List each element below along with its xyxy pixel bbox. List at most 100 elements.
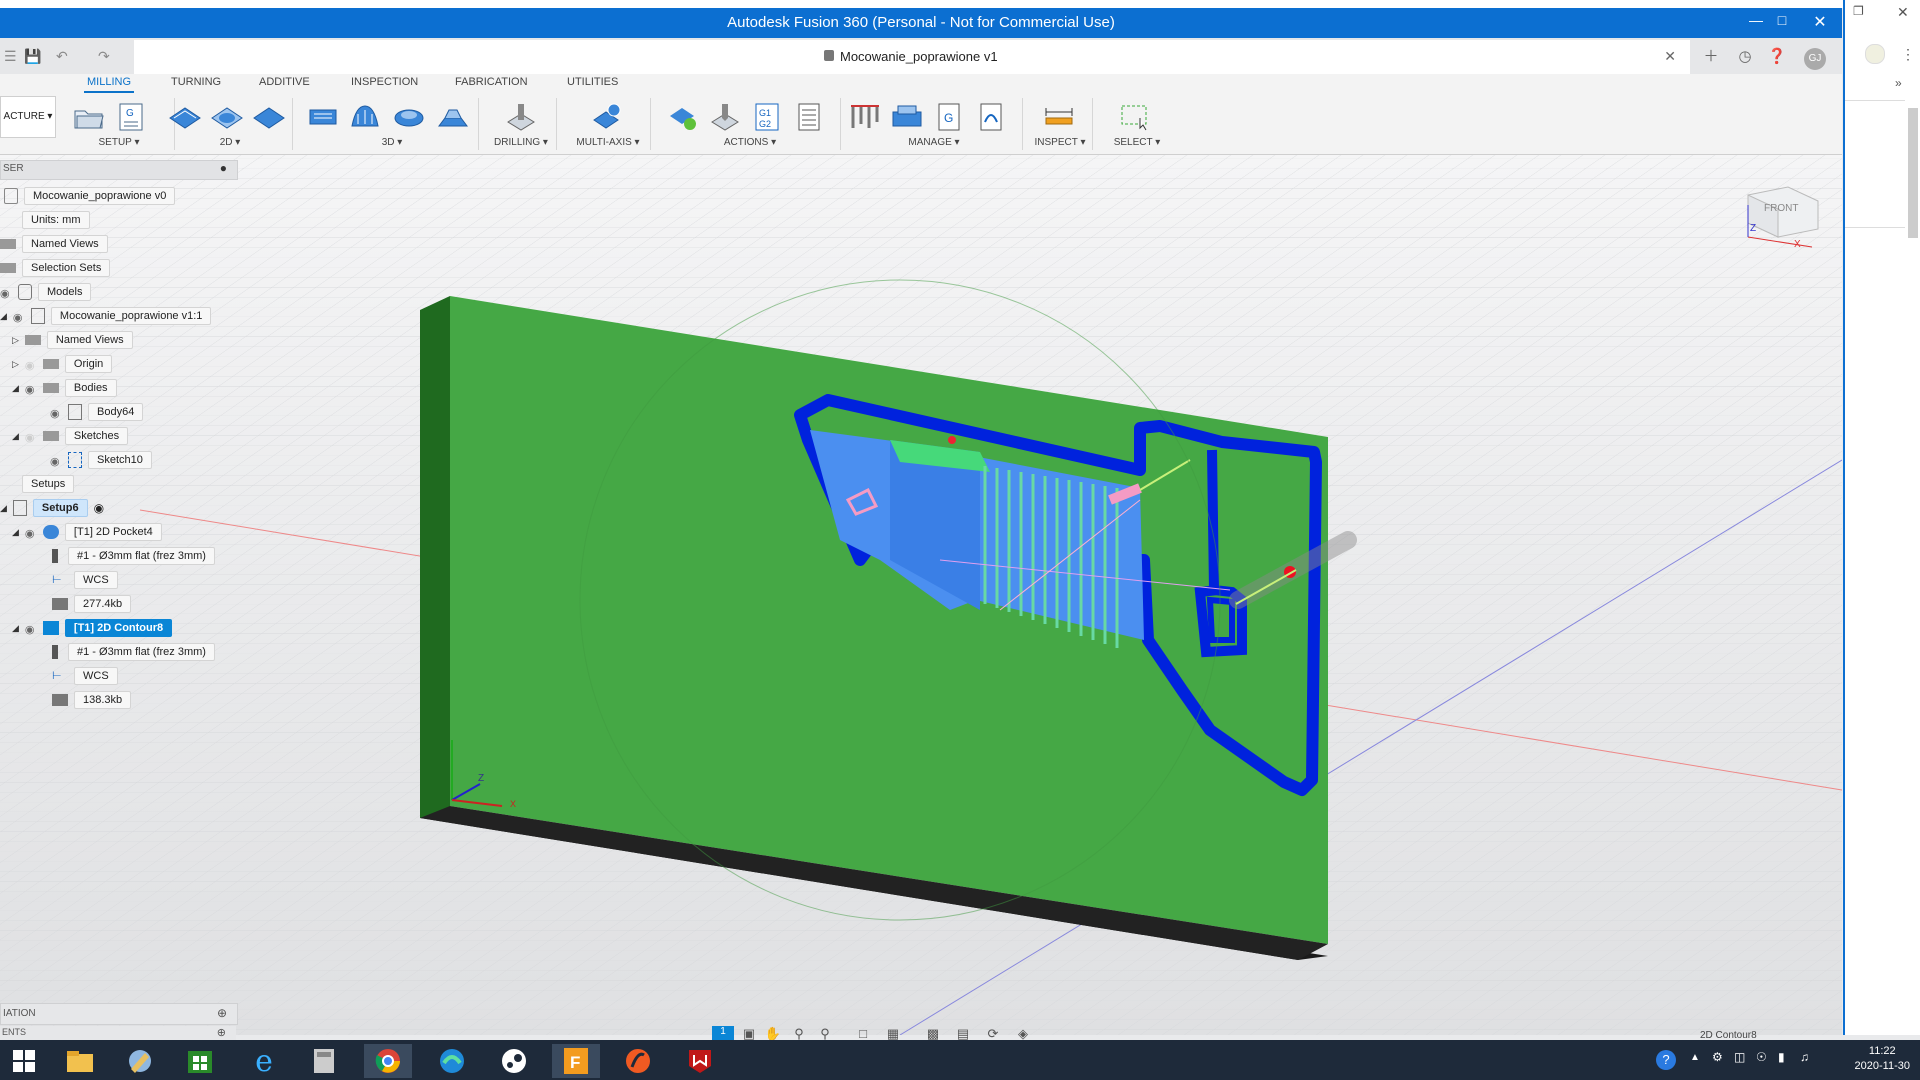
tree-root[interactable]: Mocowanie_poprawione v0 [4,185,176,207]
tab-milling[interactable]: MILLING [84,76,135,93]
visibility-eye-icon[interactable]: ◉ [25,431,39,444]
tab-turning[interactable]: TURNING [168,76,224,88]
face-icon[interactable] [252,102,286,132]
inspect-group-label[interactable]: INSPECT ▾ [1028,137,1092,148]
mcafee-tray-icon[interactable]: ◫ [1734,1050,1745,1064]
internet-explorer-icon[interactable]: e [240,1044,288,1079]
tree-op-pocket-tool[interactable]: #1 - Ø3mm flat (frez 3mm) [52,545,215,567]
help-tray-icon[interactable]: ? [1656,1050,1676,1070]
save-icon[interactable]: 💾 [24,48,41,65]
menu-icon[interactable]: ☰ [4,48,17,65]
expand-icon[interactable]: ▷ [12,359,19,370]
multi-axis-group-label[interactable]: MULTI-AXIS ▾ [566,137,650,148]
tree-model-named-views[interactable]: ▷ Named Views [12,329,133,351]
setup-group-label[interactable]: SETUP ▾ [64,137,174,148]
visibility-eye-icon[interactable]: ◉ [0,287,14,300]
browser-collapse-icon[interactable]: ● [220,161,227,175]
network-tray-icon[interactable]: ☉ [1756,1050,1767,1064]
mcafee-icon[interactable] [676,1044,724,1078]
bg-close-icon[interactable]: ✕ [1897,4,1909,21]
volume-tray-icon[interactable]: ♫ [1800,1050,1809,1064]
viewport-canvas[interactable]: FRONT Z X Z X [0,155,1842,1035]
start-button[interactable] [0,1044,48,1078]
close-tab-icon[interactable]: ✕ [1664,48,1676,65]
viewcube-front-label[interactable]: FRONT [1764,203,1798,214]
tab-utilities[interactable]: UTILITIES [564,76,621,88]
expand-icon[interactable]: ◢ [0,311,7,322]
tree-selection-sets[interactable]: Selection Sets [0,257,111,279]
tree-setup[interactable]: ◢ Setup6 ◉ [0,497,104,519]
visibility-eye-icon[interactable]: ◉ [25,527,39,540]
calculator-icon[interactable] [300,1044,348,1078]
system-clock[interactable]: 11:22 2020-11-30 [1855,1044,1910,1074]
tree-origin[interactable]: ▷ ◉ Origin [12,353,113,375]
tree-op-pocket-wcs[interactable]: ⊢ WCS [52,569,118,591]
visibility-eye-icon[interactable]: ◉ [13,311,27,324]
tree-op-contour-wcs[interactable]: ⊢ WCS [52,665,118,687]
tree-op-contour[interactable]: ◢ ◉ [T1] 2D Contour8 [12,617,173,639]
select-window-icon[interactable] [1118,102,1152,132]
avatar[interactable]: GJ [1804,48,1826,70]
paint-app-icon[interactable] [116,1044,164,1078]
actions-group-label[interactable]: ACTIONS ▾ [660,137,840,148]
measure-icon[interactable] [1042,102,1076,132]
setup-folder-icon[interactable] [72,102,106,132]
expand-icon[interactable]: ◢ [0,503,7,514]
visibility-eye-icon[interactable]: ◉ [25,623,39,636]
manage-group-label[interactable]: MANAGE ▾ [846,137,1022,148]
document-tab[interactable]: Mocowanie_poprawione v1 ✕ [134,40,1690,74]
minimize-icon[interactable]: — [1744,12,1768,28]
nc-program-icon[interactable]: G [114,102,148,132]
tree-op-pocket[interactable]: ◢ ◉ [T1] 2D Pocket4 [12,521,162,543]
redo-icon[interactable]: ↷ [98,48,110,65]
expand-icon[interactable]: ◢ [12,527,19,538]
steam-icon[interactable] [490,1044,538,1078]
undo-icon[interactable]: ↶ [56,48,68,65]
extension-icon[interactable] [1865,44,1885,64]
parallel-icon[interactable] [392,102,426,132]
visibility-eye-icon[interactable]: ◉ [50,407,64,420]
job-status-icon[interactable]: ◷ [1732,46,1758,68]
machine-library-icon[interactable] [890,102,924,132]
close-icon[interactable]: ✕ [1808,12,1832,32]
slicer-app-icon[interactable] [614,1044,662,1078]
store-app-icon[interactable] [176,1044,224,1078]
simulation-expand-icon[interactable]: ⊕ [217,1006,227,1020]
battery-tray-icon[interactable]: ▮ [1778,1050,1785,1064]
2d-group-label[interactable]: 2D ▾ [168,137,292,148]
maximize-icon[interactable]: □ [1770,12,1794,28]
edge-icon[interactable] [428,1044,476,1078]
tree-op-contour-size[interactable]: 138.3kb [52,689,132,711]
simulation-panel-header[interactable]: IATION ⊕ [0,1003,238,1025]
3d-pocket-icon[interactable] [348,102,382,132]
2d-adaptive-icon[interactable] [168,102,202,132]
visibility-eye-icon[interactable]: ◉ [25,383,39,396]
tree-body[interactable]: ◉ Body64 [50,401,144,423]
new-tab-icon[interactable]: ＋ [1698,46,1724,68]
workspace-switcher[interactable]: ACTURE ▾ [0,96,56,138]
tab-additive[interactable]: ADDITIVE [256,76,313,88]
tab-fabrication[interactable]: FABRICATION [452,76,531,88]
tree-bodies[interactable]: ◢ ◉ Bodies [12,377,117,399]
setup-sheet-icon[interactable] [792,102,826,132]
expand-icon[interactable]: ◢ [12,623,19,634]
tree-op-contour-tool[interactable]: #1 - Ø3mm flat (frez 3mm) [52,641,215,663]
restore-icon[interactable]: ❐ [1853,4,1864,18]
2d-pocket-icon[interactable] [210,102,244,132]
visibility-eye-icon[interactable]: ◉ [50,455,64,468]
security-tray-icon[interactable]: ⚙ [1712,1050,1723,1064]
tool-library-icon[interactable] [848,102,882,132]
tree-units[interactable]: Units: mm [0,209,90,231]
active-setup-icon[interactable]: ◉ [94,501,104,515]
tray-expand-icon[interactable]: ▲ [1690,1052,1700,1063]
3d-group-label[interactable]: 3D ▾ [306,137,478,148]
tree-model-item[interactable]: ◢ ◉ Mocowanie_poprawione v1:1 [0,305,212,327]
simulate-icon[interactable] [666,102,700,132]
comments-panel-header[interactable]: ENTS ⊕ [0,1026,236,1040]
chrome-icon[interactable] [364,1044,412,1078]
file-explorer-icon[interactable] [56,1044,104,1078]
3d-adaptive-icon[interactable] [306,102,340,132]
post-library-icon[interactable]: G [932,102,966,132]
more-icon[interactable]: ⋮ [1901,46,1915,63]
simulate-with-machine-icon[interactable] [708,102,742,132]
